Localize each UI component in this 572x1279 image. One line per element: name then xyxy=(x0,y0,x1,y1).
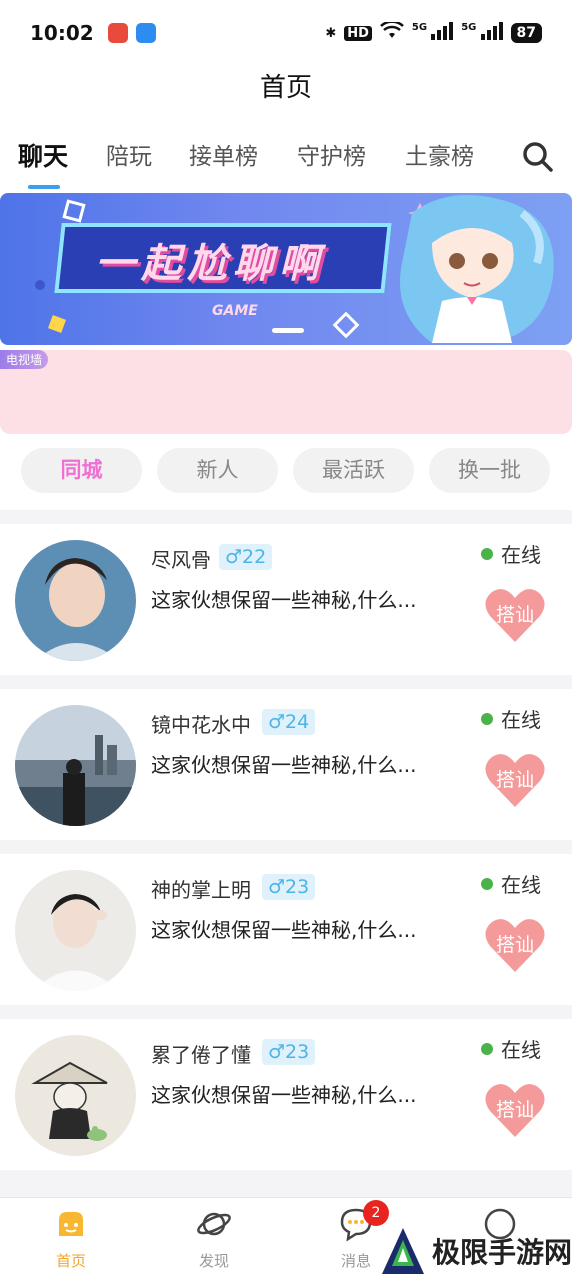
signal-icon-2: 5G xyxy=(461,22,503,44)
user-card[interactable]: 累了倦了懂 ♂23 这家伙想保留一些神秘,什么... 在线 搭讪 xyxy=(0,1019,572,1171)
filter-most-active[interactable]: 最活跃 xyxy=(293,448,414,493)
divider xyxy=(0,675,572,689)
avatar[interactable] xyxy=(15,1035,136,1156)
divider xyxy=(0,1170,572,1197)
bluetooth-icon: ✱ xyxy=(325,25,337,41)
gender-age-badge: ♂24 xyxy=(262,709,316,735)
filter-same-city[interactable]: 同城 xyxy=(21,448,142,493)
greet-button[interactable]: 搭讪 xyxy=(484,916,546,974)
wifi-icon xyxy=(380,20,404,44)
online-status: 在线 xyxy=(481,869,541,898)
avatar[interactable] xyxy=(15,870,136,991)
tab-rich-rank[interactable]: 土豪榜 xyxy=(405,135,474,179)
greet-label: 搭讪 xyxy=(495,934,534,956)
online-label: 在线 xyxy=(501,708,541,732)
online-dot-icon xyxy=(481,877,493,890)
hd-icon: HD xyxy=(344,25,372,41)
site-watermark: 极限手游网 xyxy=(380,1226,572,1276)
watermark-logo-icon xyxy=(382,1228,424,1274)
user-name: 镜中花水中 xyxy=(151,713,251,737)
user-card[interactable]: 镜中花水中 ♂24 这家伙想保留一些神秘,什么... 在线 搭讪 xyxy=(0,689,572,841)
promo-banner[interactable]: 一起尬聊啊 GAME xyxy=(0,193,572,345)
user-bio: 这家伙想保留一些神秘,什么... xyxy=(151,918,417,942)
anime-girl-illustration xyxy=(400,195,554,343)
nav-home-label: 首页 xyxy=(55,1252,86,1270)
avatar[interactable] xyxy=(15,540,136,661)
tab-order-rank[interactable]: 接单榜 xyxy=(189,135,258,179)
battery-icon: 87 xyxy=(510,23,542,43)
page-title: 首页 xyxy=(259,73,312,103)
greet-button[interactable]: 搭讪 xyxy=(484,586,546,644)
online-status: 在线 xyxy=(481,704,541,733)
signal-icon-1: 5G xyxy=(411,22,454,44)
user-bio: 这家伙想保留一些神秘,什么... xyxy=(151,1083,417,1107)
greet-label: 搭讪 xyxy=(495,1099,534,1121)
nav-discover-label: 发现 xyxy=(198,1252,229,1270)
network-label-2: 5G xyxy=(461,22,477,33)
nav-discover[interactable]: 发现 xyxy=(169,1206,259,1271)
user-card[interactable]: 神的掌上明 ♂23 这家伙想保留一些神秘,什么... 在线 搭讪 xyxy=(0,854,572,1006)
tv-wall-tag: 电视墙 xyxy=(0,350,49,369)
unread-badge: 2 xyxy=(363,1200,389,1226)
status-bar: 10:02 ✱ HD 5G 5G 87 xyxy=(0,0,572,66)
online-dot-icon xyxy=(481,1042,493,1055)
gender-age-badge: ♂23 xyxy=(262,1039,316,1065)
banner-pager-dot xyxy=(272,328,304,333)
online-label: 在线 xyxy=(501,873,541,897)
user-name: 累了倦了懂 xyxy=(151,1043,251,1067)
online-dot-icon xyxy=(481,712,493,725)
planet-icon xyxy=(197,1212,231,1236)
nav-home[interactable]: 首页 xyxy=(26,1206,116,1271)
app-notification-icon xyxy=(107,23,128,43)
online-status: 在线 xyxy=(481,539,541,568)
status-time: 10:02 xyxy=(30,21,94,45)
banner-headline: 一起尬聊啊 xyxy=(95,241,325,287)
greet-label: 搭讪 xyxy=(495,769,534,791)
tab-chat[interactable]: 聊天 xyxy=(18,135,68,179)
app-notification-icon-2 xyxy=(135,23,156,43)
gender-age-badge: ♂22 xyxy=(219,544,273,570)
user-name: 神的掌上明 xyxy=(151,878,251,902)
filter-refresh[interactable]: 换一批 xyxy=(429,448,550,493)
network-label-1: 5G xyxy=(411,22,428,33)
divider xyxy=(0,510,572,524)
greet-label: 搭讪 xyxy=(495,604,534,626)
filter-new[interactable]: 新人 xyxy=(157,448,278,493)
divider xyxy=(0,1005,572,1019)
user-card[interactable]: 尽风骨 ♂22 这家伙想保留一些神秘,什么... 在线 搭讪 xyxy=(0,524,572,676)
filter-pills: 同城 新人 最活跃 换一批 xyxy=(0,448,572,494)
online-dot-icon xyxy=(481,547,493,560)
user-name: 尽风骨 xyxy=(151,548,211,572)
greet-button[interactable]: 搭讪 xyxy=(484,1081,546,1139)
tab-active-indicator xyxy=(28,185,60,189)
tab-companion[interactable]: 陪玩 xyxy=(106,135,152,179)
divider xyxy=(0,840,572,854)
banner-sub: GAME xyxy=(212,303,258,319)
top-tabs: 聊天 陪玩 接单榜 守护榜 土豪榜 xyxy=(0,135,572,191)
online-label: 在线 xyxy=(501,1038,541,1062)
avatar[interactable] xyxy=(15,705,136,826)
tab-guard-rank[interactable]: 守护榜 xyxy=(297,135,366,179)
user-bio: 这家伙想保留一些神秘,什么... xyxy=(151,588,417,612)
status-indicators: ✱ HD 5G 5G 87 xyxy=(325,20,542,44)
search-icon[interactable] xyxy=(522,141,554,173)
online-status: 在线 xyxy=(481,1034,541,1063)
tv-wall[interactable]: 电视墙 xyxy=(0,350,572,434)
greet-button[interactable]: 搭讪 xyxy=(484,751,546,809)
gender-age-badge: ♂23 xyxy=(262,874,316,900)
home-icon xyxy=(59,1212,83,1236)
watermark-text: 极限手游网 xyxy=(432,1236,572,1269)
online-label: 在线 xyxy=(501,543,541,567)
user-bio: 这家伙想保留一些神秘,什么... xyxy=(151,753,417,777)
